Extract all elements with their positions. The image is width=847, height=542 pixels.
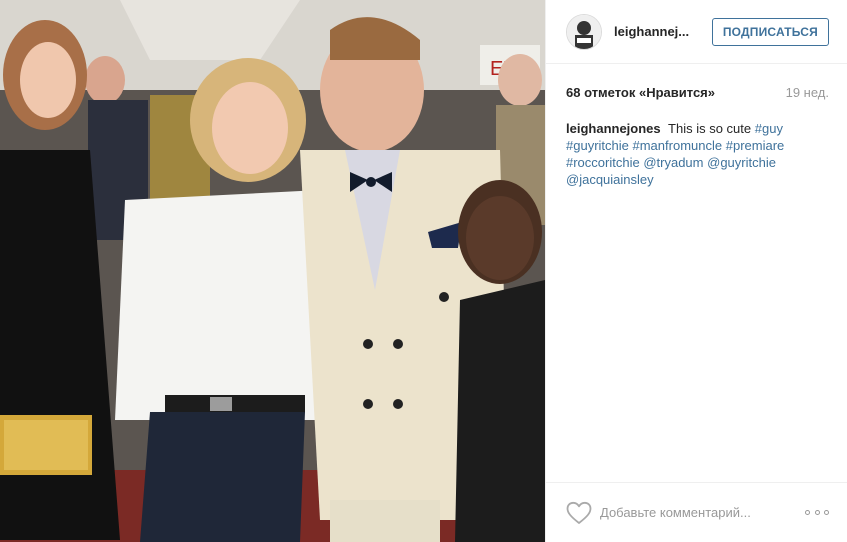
hashtag-link[interactable]: #manfromuncle xyxy=(633,138,723,153)
comment-input[interactable] xyxy=(600,505,805,520)
likes-count[interactable]: 68 отметок «Нравится» xyxy=(566,85,715,100)
caption-text: This is so cute xyxy=(668,121,752,136)
avatar-image xyxy=(567,14,601,49)
photo-illustration: EX xyxy=(0,0,545,542)
heart-outline-icon[interactable] xyxy=(566,501,592,525)
post-sidebar: leighannej... ПОДПИСАТЬСЯ 68 отметок «Нр… xyxy=(545,0,847,542)
mention-link[interactable]: @guyritchie xyxy=(707,155,776,170)
post-photo[interactable]: EX xyxy=(0,0,545,542)
post-caption: leighannejones This is so cute #guy #guy… xyxy=(546,120,847,188)
post-age[interactable]: 19 нед. xyxy=(786,85,829,100)
post-footer xyxy=(546,482,847,542)
header-username-link[interactable]: leighannej... xyxy=(614,24,712,39)
mention-link[interactable]: @jacquiainsley xyxy=(566,172,654,187)
hashtag-link[interactable]: #guy xyxy=(755,121,783,136)
instagram-post: EX xyxy=(0,0,847,542)
avatar[interactable] xyxy=(566,13,602,50)
more-dot xyxy=(814,510,820,515)
hashtag-link[interactable]: #guyritchie xyxy=(566,138,629,153)
more-options-icon[interactable] xyxy=(805,510,829,515)
hashtag-link[interactable]: #roccoritchie xyxy=(566,155,640,170)
hashtag-link[interactable]: #premiare xyxy=(726,138,785,153)
more-dot xyxy=(805,510,810,515)
mention-link[interactable]: @tryadum xyxy=(643,155,703,170)
post-header: leighannej... ПОДПИСАТЬСЯ xyxy=(546,0,847,64)
caption-author-link[interactable]: leighannejones xyxy=(566,121,661,136)
follow-button[interactable]: ПОДПИСАТЬСЯ xyxy=(711,17,829,46)
post-stats: 68 отметок «Нравится» 19 нед. xyxy=(546,64,847,120)
more-dot xyxy=(824,510,829,515)
